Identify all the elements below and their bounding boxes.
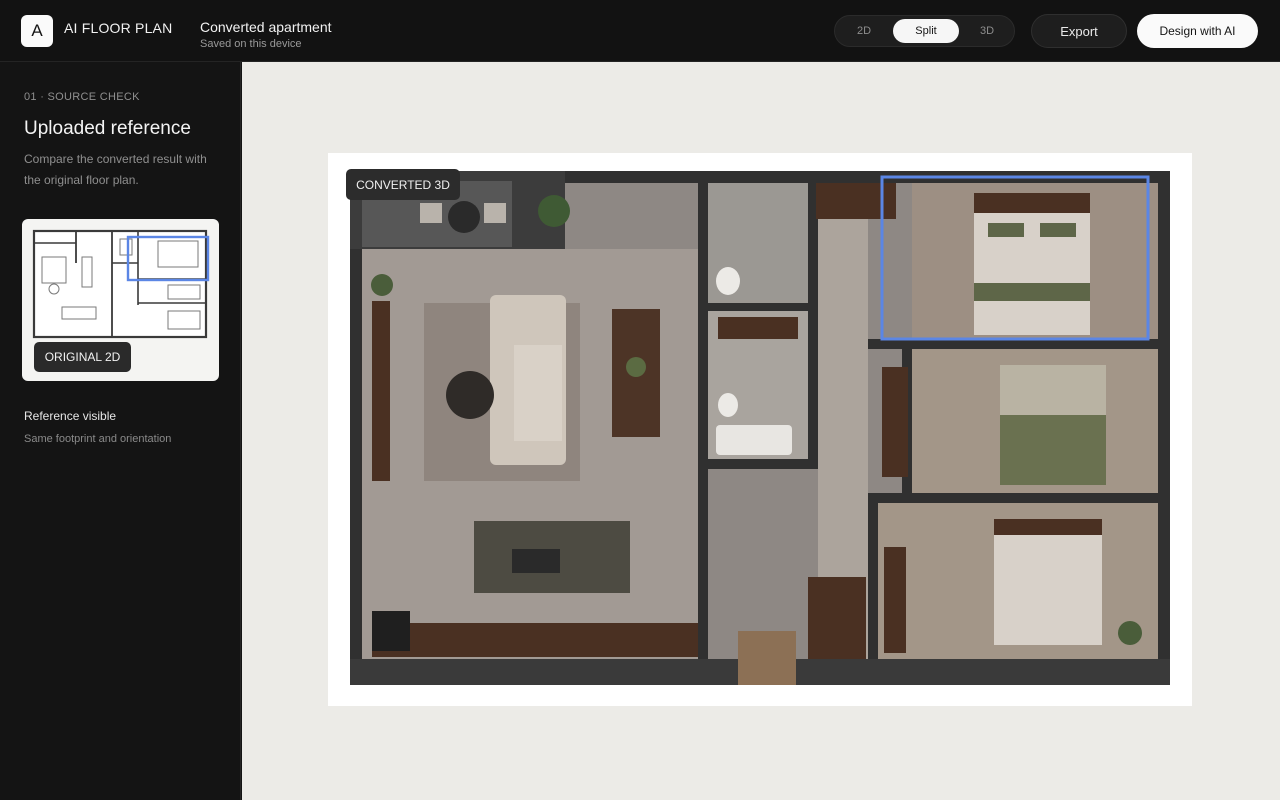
- converted-3d-chip: CONVERTED 3D: [346, 169, 460, 200]
- top-bar: A AI FLOOR PLAN Converted apartment Save…: [0, 0, 1280, 62]
- sidebar: 01 · SOURCE CHECK Uploaded reference Com…: [0, 62, 241, 800]
- step-label: 01 · SOURCE CHECK: [24, 91, 140, 103]
- design-with-ai-button[interactable]: Design with AI: [1137, 14, 1258, 48]
- reference-status-title: Reference visible: [24, 409, 117, 423]
- converted-3d-floor-plan: [328, 153, 1192, 706]
- view-mode-toggle: 2D Split 3D: [834, 15, 1015, 47]
- reference-status-subtitle: Same footprint and orientation: [24, 433, 172, 445]
- app-logo: A: [21, 15, 53, 47]
- export-button[interactable]: Export: [1031, 14, 1127, 48]
- project-save-status: Saved on this device: [200, 38, 302, 50]
- reference-thumbnail-card[interactable]: ORIGINAL 2D: [22, 219, 219, 381]
- sidebar-description: Compare the converted result with the or…: [24, 152, 207, 187]
- original-2d-chip: ORIGINAL 2D: [34, 342, 131, 372]
- view-3d-button[interactable]: 3D: [965, 19, 1009, 43]
- view-2d-button[interactable]: 2D: [841, 19, 887, 43]
- original-floor-plan-thumbnail: [28, 227, 212, 343]
- converted-plan-card[interactable]: CONVERTED 3D: [328, 153, 1192, 706]
- sidebar-title: Uploaded reference: [24, 118, 191, 139]
- project-title[interactable]: Converted apartment: [200, 19, 332, 35]
- brand-name: AI FLOOR PLAN: [64, 20, 173, 36]
- view-split-button[interactable]: Split: [893, 19, 959, 43]
- canvas-area: CONVERTED 3D: [242, 62, 1280, 800]
